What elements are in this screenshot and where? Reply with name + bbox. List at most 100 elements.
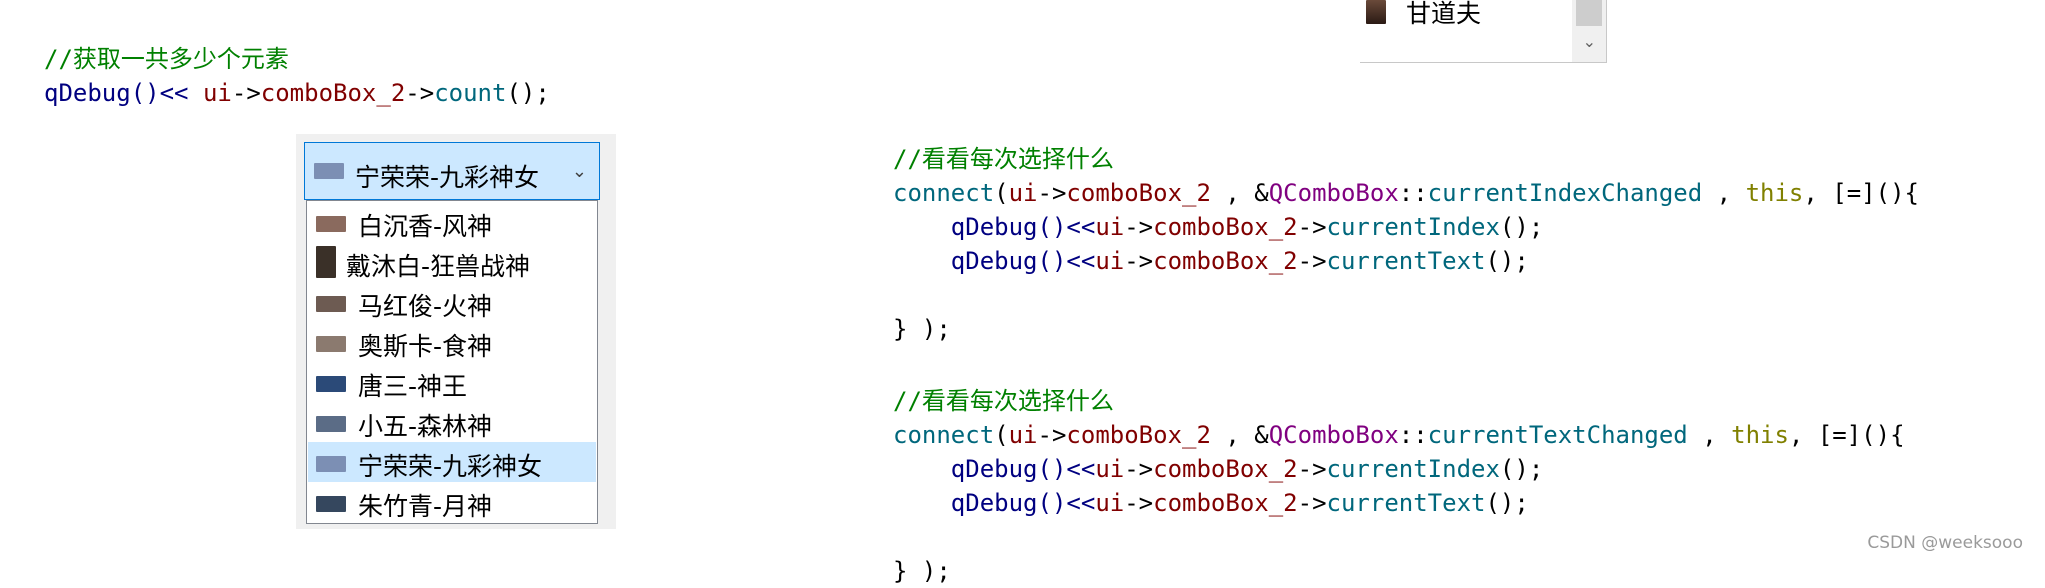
code-scope: ::	[1398, 179, 1428, 207]
list-item[interactable]: 朱竹青-月神	[308, 482, 596, 522]
list-item-label: 马红俊-火神	[358, 292, 493, 321]
code-ui: ui	[1095, 213, 1125, 241]
code-tail: ();	[1485, 489, 1529, 517]
code-arrow: ->	[1297, 489, 1327, 517]
code-close: } );	[893, 557, 951, 585]
combo-dropdown-list: 白沉香-风神 戴沐白-狂兽战神 马红俊-火神 奥斯卡-食神 唐三-神王 小五-森…	[306, 200, 598, 524]
code-connect: connect	[893, 179, 995, 207]
code-method: count	[434, 79, 507, 107]
code-signal: currentTextChanged	[1427, 421, 1688, 449]
code-class: QComboBox	[1268, 421, 1399, 449]
code-tail: ();	[506, 79, 550, 107]
scrollbar-thumb[interactable]	[1576, 0, 1602, 26]
code-separator: , &	[1210, 421, 1269, 449]
code-tail: ();	[1485, 247, 1529, 275]
code-ui: ui	[1095, 455, 1125, 483]
code-separator: , &	[1210, 179, 1269, 207]
code-arrow: ->	[1037, 421, 1067, 449]
code-member: comboBox_2	[260, 79, 406, 107]
avatar-thumbnail	[316, 216, 346, 232]
code-parens: ()	[1037, 489, 1067, 517]
code-arrow: ->	[405, 79, 435, 107]
code-function-qdebug: qDebug	[950, 213, 1038, 241]
code-ui: ui	[1008, 421, 1038, 449]
code-ui: ui	[1095, 489, 1125, 517]
code-arrow: ->	[1124, 247, 1154, 275]
avatar-thumbnail	[316, 336, 346, 352]
code-parens: ()	[1037, 455, 1067, 483]
code-ui: ui	[202, 79, 232, 107]
code-tail: ();	[1499, 213, 1544, 241]
code-paren: (	[994, 179, 1009, 207]
code-lambda: , [=](){	[1803, 179, 1919, 207]
code-tail: ();	[1499, 455, 1544, 483]
code-method: currentIndex	[1326, 455, 1500, 483]
code-member: comboBox_2	[1153, 489, 1298, 517]
code-operator: <<	[1066, 455, 1096, 483]
list-item-label: 小五-森林神	[358, 412, 493, 441]
list-item[interactable]: 戴沐白-狂兽战神	[308, 242, 596, 282]
scroll-down-icon[interactable]: ⌄	[1583, 32, 1596, 51]
code-separator: ,	[1687, 421, 1732, 449]
list-item[interactable]: 白沉香-风神	[308, 202, 596, 242]
scrollbar[interactable]: ⌄	[1572, 0, 1606, 62]
code-lambda: , [=](){	[1788, 421, 1905, 449]
code-connect: connect	[893, 421, 995, 449]
code-parens: ()	[1037, 247, 1067, 275]
code-ui: ui	[1008, 179, 1038, 207]
code-method: currentText	[1326, 247, 1486, 275]
code-snippet-index-changed: //看看每次选择什么 connect(ui->comboBox_2 , &QCo…	[893, 108, 1919, 346]
code-arrow: ->	[1124, 489, 1154, 517]
avatar-thumbnail	[1366, 0, 1386, 24]
list-item[interactable]: 马红俊-火神	[308, 282, 596, 322]
code-ui: ui	[1095, 247, 1125, 275]
combo-box[interactable]: 宁荣荣-九彩神女 ⌄	[304, 142, 600, 200]
code-keyword-this: this	[1731, 421, 1789, 449]
code-parens: ()	[1037, 213, 1067, 241]
list-item[interactable]: 小五-森林神	[308, 402, 596, 442]
chevron-down-icon[interactable]: ⌄	[572, 161, 587, 182]
code-member: comboBox_2	[1066, 179, 1211, 207]
list-item-label: 宁荣荣-九彩神女	[358, 452, 543, 481]
combo-item-label[interactable]: 甘道夫	[1406, 0, 1481, 30]
list-item[interactable]: 奥斯卡-食神	[308, 322, 596, 362]
list-item[interactable]: 唐三-神王	[308, 362, 596, 402]
list-item-label: 戴沐白-狂兽战神	[346, 252, 531, 281]
list-item-label: 朱竹青-月神	[358, 492, 493, 521]
code-operator: <<	[1066, 489, 1096, 517]
code-arrow: ->	[1297, 455, 1327, 483]
code-scope: ::	[1398, 421, 1428, 449]
avatar-thumbnail	[316, 296, 346, 312]
code-function-qdebug: qDebug	[44, 79, 131, 107]
code-parens: ()	[130, 79, 160, 107]
code-keyword-this: this	[1745, 179, 1804, 207]
code-method: currentIndex	[1326, 213, 1500, 241]
code-arrow: ->	[1037, 179, 1067, 207]
code-separator: ,	[1702, 179, 1746, 207]
code-member: comboBox_2	[1153, 247, 1298, 275]
code-operator: <<	[159, 79, 203, 107]
combo-widget: 宁荣荣-九彩神女 ⌄ 白沉香-风神 戴沐白-狂兽战神 马红俊-火神 奥斯卡-食神…	[296, 134, 616, 529]
code-member: comboBox_2	[1153, 213, 1298, 241]
code-comment: //看看每次选择什么	[893, 387, 1114, 415]
code-function-qdebug: qDebug	[950, 489, 1038, 517]
avatar-thumbnail	[316, 246, 336, 278]
code-snippet-count: //获取一共多少个元素 qDebug()<< ui->comboBox_2->c…	[44, 8, 550, 110]
avatar-thumbnail	[316, 376, 346, 392]
code-close: } );	[893, 315, 951, 343]
avatar-thumbnail	[314, 163, 344, 179]
code-function-qdebug: qDebug	[950, 455, 1038, 483]
code-arrow: ->	[1297, 247, 1327, 275]
list-item-label: 奥斯卡-食神	[358, 332, 493, 361]
avatar-thumbnail	[316, 456, 346, 472]
watermark: CSDN @weeksooo	[1867, 533, 2023, 553]
list-item-label: 唐三-神王	[358, 372, 468, 401]
combo-current-text: 宁荣荣-九彩神女	[355, 163, 540, 192]
list-item-selected[interactable]: 宁荣荣-九彩神女	[308, 442, 596, 482]
code-operator: <<	[1066, 247, 1096, 275]
code-paren: (	[994, 421, 1009, 449]
code-class: QComboBox	[1268, 179, 1399, 207]
combo-popup-fragment: 甘道夫 ⌄	[1360, 0, 1607, 63]
code-function-qdebug: qDebug	[950, 247, 1038, 275]
code-arrow: ->	[1297, 213, 1327, 241]
